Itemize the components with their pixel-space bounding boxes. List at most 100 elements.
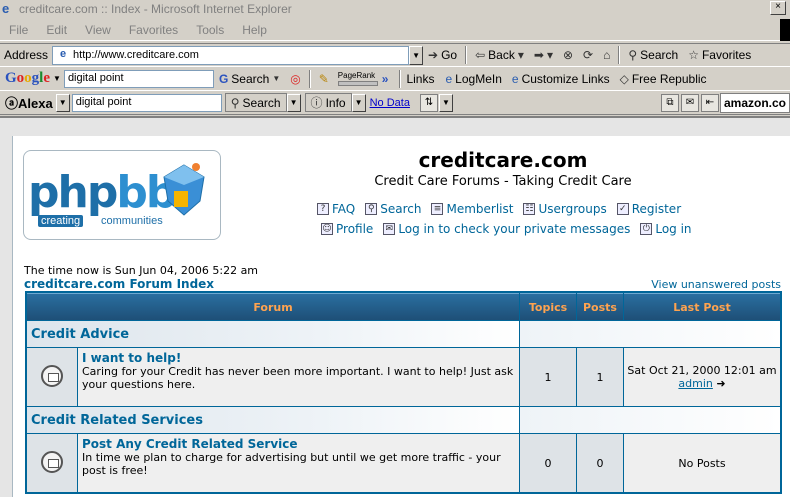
amazon-search-box[interactable]: amazon.co — [719, 92, 790, 113]
back-page-icon[interactable]: ⇤ — [700, 93, 719, 112]
google-spiral-icon[interactable]: ◎ — [285, 72, 305, 86]
nav-search[interactable]: ⚲ Search — [365, 202, 421, 216]
google-logo[interactable]: Google — [0, 70, 53, 87]
address-label: Address — [4, 48, 49, 62]
forward-button[interactable]: ➡ ▾ — [529, 48, 558, 62]
alexa-search-button[interactable]: ⚲ Search — [224, 93, 287, 112]
forum-index-link[interactable]: creditcare.com Forum Index — [24, 277, 214, 291]
topics-count: 0 — [520, 434, 576, 492]
forum-row: I want to help! Caring for your Credit h… — [27, 348, 780, 406]
alexa-menu-dropdown[interactable]: ▼ — [55, 93, 70, 112]
magnifier-icon: ⚲ — [230, 95, 240, 110]
category-credit-advice[interactable]: Credit Advice — [27, 321, 519, 347]
login-icon: ⏻ — [640, 223, 653, 235]
messages-icon: ✉ — [383, 223, 396, 235]
web-page: phpbb creating communities creditcare.co… — [12, 136, 790, 497]
link-logmein[interactable]: e LogMeIn — [440, 72, 506, 86]
links-label: Links — [406, 71, 435, 86]
menu-file[interactable]: File — [0, 23, 37, 37]
alexa-info-button[interactable]: ⓘ Info — [304, 93, 352, 112]
favorites-button[interactable]: ☆ Favorites — [683, 48, 756, 62]
link-free-republic[interactable]: ◇ Free Republic — [615, 72, 712, 86]
nav-faq[interactable]: ? FAQ — [317, 202, 355, 216]
favorites-star-icon: ☆ — [688, 48, 699, 62]
last-post-cell: Sat Oct 21, 2000 12:01 am admin ➜ — [624, 348, 780, 406]
refresh-button[interactable]: ⟳ — [578, 48, 598, 62]
address-url: http://www.creditcare.com — [73, 49, 199, 61]
highlight-icon[interactable]: ✎ — [314, 72, 334, 86]
address-input[interactable]: e http://www.creditcare.com — [52, 45, 410, 65]
refresh-icon: ⟳ — [583, 48, 594, 62]
nav-row-1: ? FAQ ⚲ Search ≡ Memberlist ☷ Usergroups ✓ Re… — [317, 202, 681, 216]
google-menu-arrow-icon[interactable]: ▼ — [53, 74, 64, 83]
copy-icon[interactable]: ⧉ — [660, 93, 679, 112]
home-button[interactable]: ⌂ — [598, 48, 615, 62]
google-search-input[interactable]: digital point — [63, 69, 214, 88]
nav-usergroups[interactable]: ☷ Usergroups — [523, 202, 607, 216]
go-arrow-icon: ➔ — [428, 48, 439, 62]
back-arrow-icon: ⇦ — [475, 48, 486, 62]
forum-link[interactable]: I want to help! — [82, 351, 515, 365]
menu-favorites[interactable]: Favorites — [120, 23, 187, 37]
separator — [465, 46, 468, 64]
menu-edit[interactable]: Edit — [37, 23, 76, 37]
nav-register[interactable]: ✓ Register — [616, 202, 681, 216]
alexa-search-dropdown[interactable]: ▼ — [286, 93, 301, 112]
faq-icon: ? — [317, 203, 329, 215]
mail-icon[interactable]: ✉ — [680, 93, 699, 112]
google-toolbar: Google ▼ digital point G Search ▼ ◎ ✎ Page… — [0, 67, 790, 91]
forward-arrow-icon: ➡ — [533, 48, 544, 62]
menu-tools[interactable]: Tools — [187, 23, 233, 37]
separator — [618, 46, 621, 64]
site-description: Credit Care Forums - Taking Credit Care — [374, 174, 632, 189]
ie-page-icon: e — [445, 71, 453, 86]
alexa-info-dropdown[interactable]: ▼ — [351, 93, 366, 112]
forum-link[interactable]: Post Any Credit Related Service — [82, 437, 515, 451]
posts-count: 0 — [577, 434, 623, 492]
forum-cell: I want to help! Caring for your Credit h… — [78, 348, 519, 406]
nav-private-messages[interactable]: ✉ Log in to check your private messages — [383, 222, 630, 236]
stop-button[interactable]: ⊗ — [558, 48, 578, 62]
info-icon: ⓘ — [310, 96, 323, 110]
go-button[interactable]: ➔ Go — [423, 48, 462, 62]
more-chevron[interactable]: » — [382, 72, 397, 86]
page-icon: e — [59, 48, 67, 60]
link-customize-links[interactable]: e Customize Links — [507, 72, 615, 86]
menu-help[interactable]: Help — [233, 23, 276, 37]
google-search-button[interactable]: G Search ▼ — [214, 72, 285, 86]
nav-login[interactable]: ⏻ Log in — [640, 222, 692, 236]
back-button[interactable]: ⇦ Back ▾ — [470, 48, 529, 62]
alexa-search-input[interactable]: digital point — [71, 93, 222, 112]
separator — [308, 69, 311, 88]
view-latest-post-icon[interactable]: ➜ — [716, 377, 725, 390]
view-unanswered-link[interactable]: View unanswered posts — [651, 278, 781, 291]
logo-gem-icon — [163, 163, 205, 216]
alexa-logo[interactable]: ⓐAlexa — [0, 93, 56, 112]
logo-tagline-1: creating — [38, 215, 84, 227]
header-posts: Posts — [577, 293, 623, 320]
close-window-button[interactable]: × — [770, 1, 786, 15]
phpbb-logo[interactable]: phpbb creating communities — [23, 150, 221, 240]
forum-description: Caring for your Credit has never been mo… — [82, 365, 514, 391]
nav-profile[interactable]: ☺ Profile — [321, 222, 373, 236]
separator — [399, 69, 402, 88]
ie-page-icon: e — [511, 71, 519, 86]
usergroups-icon: ☷ — [523, 203, 536, 215]
alexa-toolbar: ⓐAlexa ▼ digital point ⚲ Search ▼ ⓘ Info ▼… — [0, 91, 790, 115]
header-topics: Topics — [520, 293, 576, 320]
alexa-related-icon[interactable]: ⇅ — [419, 93, 438, 112]
search-button[interactable]: ⚲ Search — [623, 48, 683, 62]
menu-bar: File Edit View Favorites Tools Help — [0, 19, 790, 41]
no-data-link[interactable]: No Data — [366, 97, 414, 109]
diamond-icon: ◇ — [619, 71, 629, 86]
search-icon: ⚲ — [365, 203, 378, 215]
menu-view[interactable]: View — [76, 23, 120, 37]
forum-cell: Post Any Credit Related Service In time … — [78, 434, 519, 492]
last-post-author-link[interactable]: admin — [678, 377, 712, 390]
address-dropdown-button[interactable]: ▼ — [409, 45, 424, 65]
last-post-cell: No Posts — [624, 434, 780, 492]
nav-memberlist[interactable]: ≡ Memberlist — [431, 202, 513, 216]
category-credit-related-services[interactable]: Credit Related Services — [27, 407, 519, 433]
alexa-related-dropdown[interactable]: ▼ — [438, 93, 453, 112]
header-forum: Forum — [27, 293, 519, 320]
